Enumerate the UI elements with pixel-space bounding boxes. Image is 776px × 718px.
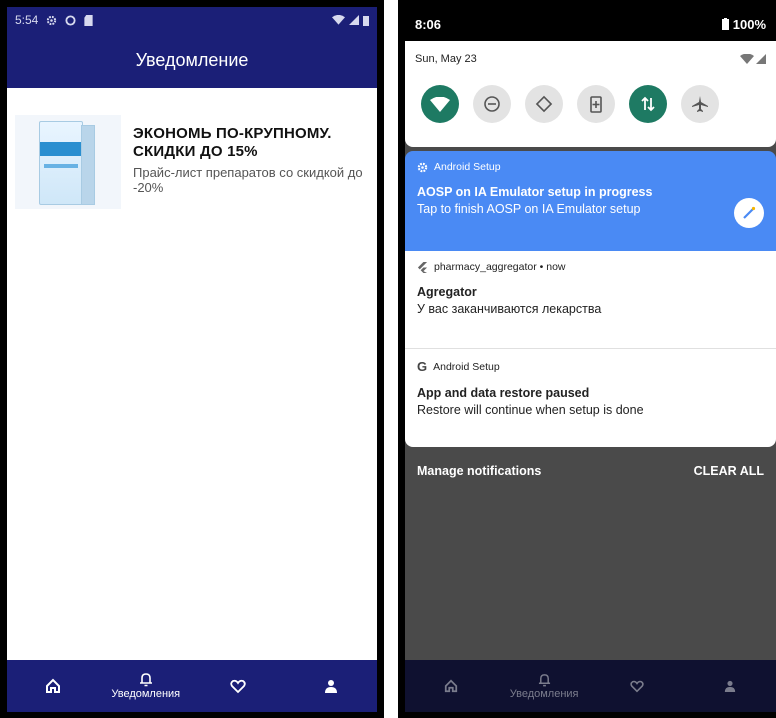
status-time-right: 8:06 <box>415 16 442 32</box>
quick-settings-panel: Sun, May 23 <box>405 41 776 147</box>
app-bar: Уведомление <box>7 33 377 88</box>
notification-title: AOSP on IA Emulator setup in progress <box>417 185 653 199</box>
left-status-bar: 5:54 <box>7 7 377 33</box>
notification-title-line2: СКИДКИ ДО 15% <box>133 143 258 160</box>
person-icon <box>324 680 337 693</box>
notification-title: App and data restore paused <box>417 386 590 400</box>
bottom-navigation-dimmed: Уведомления <box>405 660 776 712</box>
nav-favorites-dim <box>597 660 677 712</box>
google-icon: G <box>417 359 428 374</box>
tile-wifi[interactable] <box>421 85 459 123</box>
nav-home-dim <box>411 660 491 712</box>
signal-icon-right <box>740 53 766 64</box>
nav-notifications[interactable]: Уведомления <box>106 660 186 712</box>
bottom-navigation: Уведомления <box>7 660 377 712</box>
notification-app-name: Android Setup <box>433 360 500 373</box>
wifi-status-icon <box>332 15 345 25</box>
record-icon <box>65 14 76 26</box>
battery-icon <box>363 15 369 26</box>
signal-icon <box>349 15 359 25</box>
right-status-bar: 8:06 100% <box>405 7 776 41</box>
nav-home[interactable] <box>13 660 93 712</box>
battery-percent: 100% <box>732 16 766 32</box>
sd-card-icon <box>84 14 93 26</box>
page-title: Уведомление <box>135 50 249 70</box>
tile-battery-saver[interactable] <box>577 85 615 123</box>
do-not-disturb-icon <box>484 96 500 112</box>
left-screen: 5:54 Уведомление ЭКОНОМЬ ПО-КРУПНОМУ. СК… <box>7 7 377 712</box>
magic-wand-icon <box>734 198 764 228</box>
notification-title-line1: ЭКОНОМЬ ПО-КРУПНОМУ. <box>133 125 332 142</box>
person-icon <box>724 680 735 692</box>
right-screen: 8:06 100% Sun, May 23 Android Setup AOSP… <box>405 7 776 712</box>
gear-icon <box>417 162 428 172</box>
notification-shade: Android Setup AOSP on IA Emulator setup … <box>405 151 776 447</box>
notification-text: У вас заканчиваются лекарства <box>417 302 602 316</box>
manage-notifications-button[interactable]: Manage notifications <box>417 464 541 478</box>
notification-actions: Manage notifications CLEAR ALL <box>405 457 776 485</box>
tile-airplane[interactable] <box>681 85 719 123</box>
notification-title: Agregator <box>417 285 477 299</box>
qs-date: Sun, May 23 <box>415 53 477 65</box>
flutter-icon <box>417 261 428 273</box>
notification-app-name: Android Setup <box>434 161 501 173</box>
nav-notifications-dim: Уведомления <box>504 660 584 712</box>
clear-all-button[interactable]: CLEAR ALL <box>694 464 764 478</box>
nav-notifications-label: Уведомления <box>509 687 579 700</box>
nav-profile[interactable] <box>291 660 371 712</box>
status-time: 5:54 <box>15 13 39 27</box>
airplane-icon <box>692 96 708 112</box>
auto-rotate-icon <box>535 95 553 113</box>
gear-icon <box>47 15 57 25</box>
notification-android-setup-progress[interactable]: Android Setup AOSP on IA Emulator setup … <box>405 151 776 251</box>
right-phone-frame: 8:06 100% Sun, May 23 Android Setup AOSP… <box>398 0 776 718</box>
notification-text: Tap to finish AOSP on IA Emulator setup <box>417 202 641 216</box>
heart-icon <box>230 679 246 693</box>
nav-favorites[interactable] <box>198 660 278 712</box>
bell-icon <box>139 673 152 687</box>
medicine-box-image <box>15 115 121 209</box>
tile-mobile-data[interactable] <box>629 85 667 123</box>
notification-card[interactable]: ЭКОНОМЬ ПО-КРУПНОМУ. СКИДКИ ДО 15% Прайс… <box>15 115 369 209</box>
mobile-data-icon <box>641 96 655 112</box>
heart-icon <box>630 680 644 692</box>
notification-app-name: pharmacy_aggregator • now <box>434 261 566 273</box>
nav-profile-dim <box>690 660 770 712</box>
bell-icon <box>538 673 550 686</box>
tile-auto-rotate[interactable] <box>525 85 563 123</box>
battery-saver-icon <box>590 96 602 113</box>
battery-icon-right <box>721 18 729 30</box>
quick-settings-tiles <box>421 85 768 123</box>
notification-subtitle: Прайс-лист препаратов со скидкой до -20% <box>133 165 363 195</box>
notification-restore-paused[interactable]: G Android Setup App and data restore pau… <box>405 349 776 447</box>
home-icon <box>46 678 61 693</box>
wifi-icon <box>430 96 450 112</box>
home-icon <box>445 679 458 693</box>
left-phone-frame: 5:54 Уведомление ЭКОНОМЬ ПО-КРУПНОМУ. СК… <box>0 0 384 718</box>
notification-pharmacy[interactable]: pharmacy_aggregator • now Agregator У ва… <box>405 251 776 349</box>
nav-notifications-label: Уведомления <box>111 688 181 700</box>
notification-text: Restore will continue when setup is done <box>417 403 644 417</box>
tile-do-not-disturb[interactable] <box>473 85 511 123</box>
